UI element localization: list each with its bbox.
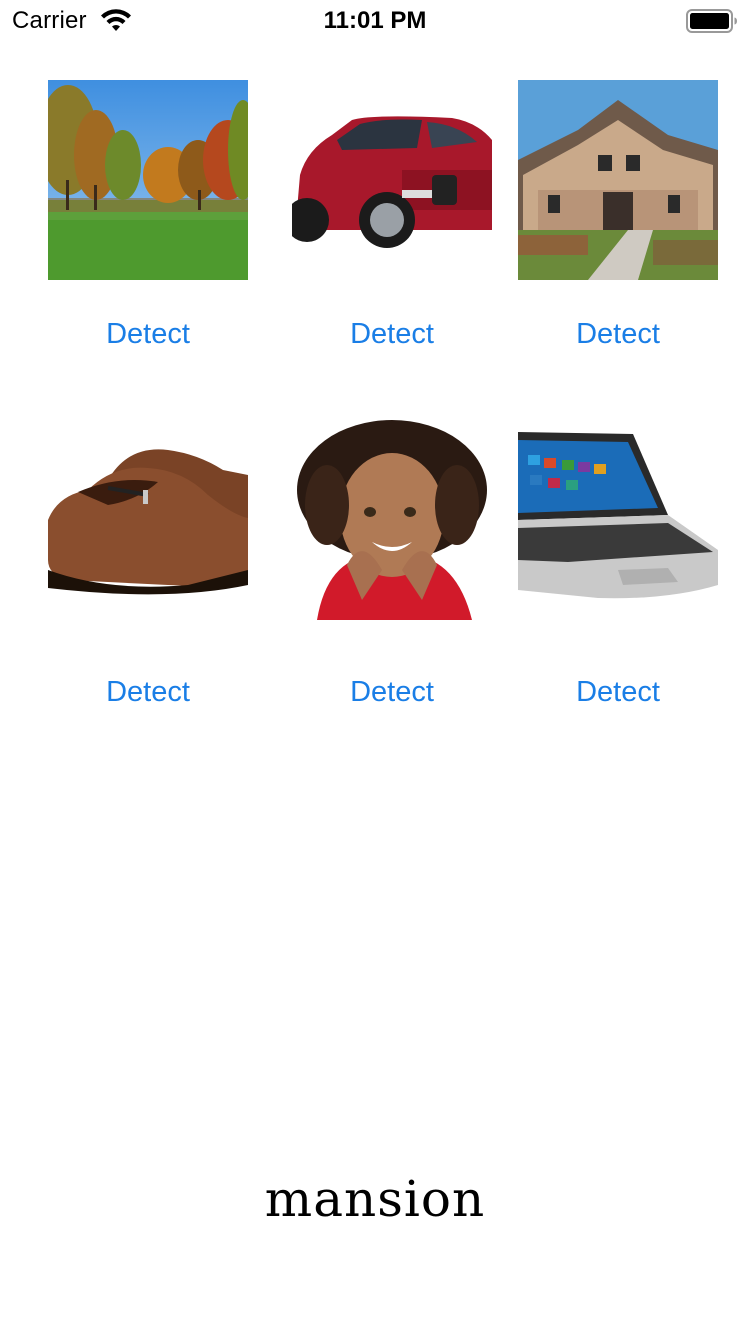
girl-portrait-image	[292, 420, 492, 620]
detect-button-2[interactable]: Detect	[292, 316, 492, 352]
red-suv-image	[292, 80, 492, 280]
status-time: 11:01 PM	[323, 7, 427, 34]
battery-icon	[686, 9, 737, 33]
house-image	[518, 80, 718, 280]
detect-button-5[interactable]: Detect	[292, 674, 492, 710]
detect-button-6[interactable]: Detect	[518, 674, 718, 710]
detection-result-label: mansion	[264, 1170, 486, 1228]
status-bar: Carrier 11:01 PM	[0, 0, 750, 40]
detect-button-1[interactable]: Detect	[48, 316, 248, 352]
laptop-image	[518, 420, 718, 620]
park-trees-image	[48, 80, 248, 280]
detect-button-4[interactable]: Detect	[48, 674, 248, 710]
detect-button-3[interactable]: Detect	[518, 316, 718, 352]
brown-shoes-image	[48, 420, 248, 620]
